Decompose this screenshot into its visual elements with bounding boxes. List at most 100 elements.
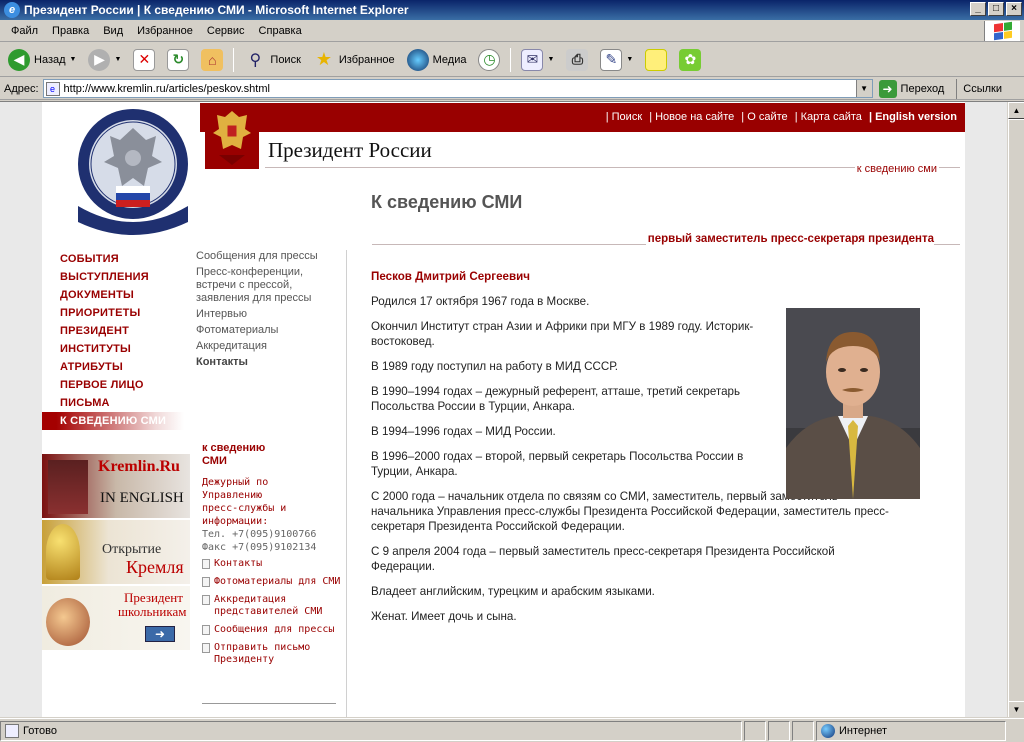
site-title[interactable]: Президент России xyxy=(268,138,432,163)
coat-of-arms-tab xyxy=(205,103,259,169)
scroll-up-arrow-icon[interactable]: ▲ xyxy=(1008,102,1024,119)
content-divider xyxy=(346,250,347,717)
close-button[interactable]: × xyxy=(1006,2,1022,16)
subnav-press-releases[interactable]: Сообщения для прессы xyxy=(196,250,344,263)
status-ready: Готово xyxy=(23,724,57,737)
address-label: Адрес: xyxy=(4,82,39,95)
scroll-down-arrow-icon[interactable]: ▼ xyxy=(1008,701,1024,717)
banner-otkrytie-text: Открытие xyxy=(102,542,162,557)
nav-letters[interactable]: ПИСЬМА xyxy=(42,394,184,412)
search-button[interactable]: ⚲ Поиск xyxy=(240,46,304,74)
nav-media-info[interactable]: К СВЕДЕНИЮ СМИ xyxy=(42,412,184,430)
nav-speeches[interactable]: ВЫСТУПЛЕНИЯ xyxy=(42,268,184,286)
internet-globe-icon xyxy=(821,723,835,738)
media-label: Медиа xyxy=(432,53,467,66)
press-link-photos[interactable]: Фотоматериалы для СМИ xyxy=(202,576,342,588)
press-link-press-releases[interactable]: Сообщения для прессы xyxy=(202,624,342,636)
top-link-about[interactable]: | О сайте xyxy=(741,111,787,123)
address-url: http://www.kremlin.ru/articles/peskov.sh… xyxy=(63,82,270,95)
nav-priorities[interactable]: ПРИОРИТЕТЫ xyxy=(42,304,184,322)
messenger-icon: ✿ xyxy=(679,48,702,71)
go-arrow-icon: ➜ xyxy=(878,79,897,98)
stop-button[interactable]: ✕ xyxy=(129,46,159,74)
window-title: Президент России | К сведению СМИ - Micr… xyxy=(24,3,409,17)
banner-arrow-button[interactable]: ➜ xyxy=(145,626,175,642)
press-link-accreditation[interactable]: Аккредитация представителей СМИ xyxy=(202,594,342,618)
forward-arrow-icon: ▶ xyxy=(88,48,111,71)
search-label: Поиск xyxy=(270,53,301,66)
nav-first-person[interactable]: ПЕРВОЕ ЛИЦО xyxy=(42,376,184,394)
refresh-button[interactable]: ↻ xyxy=(163,46,193,74)
links-button[interactable]: Ссылки xyxy=(956,78,1002,99)
banner-kremlin-english[interactable]: Kremlin.Ru IN ENGLISH xyxy=(42,454,190,518)
status-cell xyxy=(792,720,814,741)
home-button[interactable]: ⌂ xyxy=(197,46,227,74)
press-service-seal-logo[interactable] xyxy=(70,106,196,242)
press-links: Контакты Фотоматериалы для СМИ Аккредита… xyxy=(202,558,342,666)
press-link-write-president[interactable]: Отправить письмо Президенту xyxy=(202,642,342,666)
edit-dropdown-icon[interactable]: ▼ xyxy=(626,56,633,63)
go-button[interactable]: ➜ Переход xyxy=(878,79,944,98)
site-header-bar: | Поиск | Новое на сайте | О сайте | Кар… xyxy=(200,103,965,132)
back-button[interactable]: ◀ Назад ▼ xyxy=(4,46,80,74)
back-dropdown-icon[interactable]: ▼ xyxy=(70,56,77,63)
subnav-photos[interactable]: Фотоматериалы xyxy=(196,324,344,337)
top-link-search[interactable]: | Поиск xyxy=(606,111,642,123)
banner-president-schoolchildren[interactable]: Президент школьникам ➜ xyxy=(42,586,190,650)
menu-tools[interactable]: Сервис xyxy=(200,25,252,37)
nav-president[interactable]: ПРЕЗИДЕНТ xyxy=(42,322,184,340)
double-eagle-icon xyxy=(213,111,251,165)
notes-button[interactable] xyxy=(641,46,671,74)
address-dropdown-icon[interactable]: ▼ xyxy=(855,80,872,97)
forward-button[interactable]: ▶ ▼ xyxy=(84,46,125,74)
subnav-interviews[interactable]: Интервью xyxy=(196,308,344,321)
history-icon: ◷ xyxy=(478,48,501,71)
subnav-contacts[interactable]: Контакты xyxy=(196,356,344,369)
vertical-scrollbar[interactable]: ▲ ▼ xyxy=(1007,102,1024,717)
menu-favorites[interactable]: Избранное xyxy=(130,25,200,37)
media-button[interactable]: Медиа xyxy=(403,46,471,74)
press-link-contacts[interactable]: Контакты xyxy=(202,558,342,570)
mail-button[interactable]: ✉ ▼ xyxy=(517,46,558,74)
top-link-english[interactable]: | English version xyxy=(869,111,957,123)
cartoon-character-image xyxy=(46,598,90,646)
nav-institutes[interactable]: ИНСТИТУТЫ xyxy=(42,340,184,358)
mail-dropdown-icon[interactable]: ▼ xyxy=(547,56,554,63)
print-button[interactable]: ⎙ xyxy=(562,46,592,74)
top-link-sitemap[interactable]: | Карта сайта xyxy=(795,111,862,123)
nav-documents[interactable]: ДОКУМЕНТЫ xyxy=(42,286,184,304)
left-margin xyxy=(0,102,42,717)
menu-edit[interactable]: Правка xyxy=(45,25,96,37)
minimize-button[interactable]: _ xyxy=(970,2,986,16)
address-input[interactable]: e http://www.kremlin.ru/articles/peskov.… xyxy=(42,79,873,98)
search-icon: ⚲ xyxy=(249,51,262,69)
maximize-button[interactable]: □ xyxy=(988,2,1004,16)
page-viewport: | Поиск | Новое на сайте | О сайте | Кар… xyxy=(0,101,1024,717)
edit-button[interactable]: ✎ ▼ xyxy=(596,46,637,74)
subnav-accreditation[interactable]: Аккредитация xyxy=(196,340,344,353)
toolbar-separator xyxy=(233,47,235,72)
favorites-button[interactable]: ★ Избранное xyxy=(309,46,399,74)
menu-file[interactable]: Файл xyxy=(4,25,45,37)
forward-dropdown-icon[interactable]: ▼ xyxy=(114,56,121,63)
top-links: | Поиск | Новое на сайте | О сайте | Кар… xyxy=(602,111,957,123)
toolbar-separator xyxy=(510,47,512,72)
subnav-press-conferences[interactable]: Пресс-конференции, встречи с прессой, за… xyxy=(196,266,344,305)
status-bar: Готово Интернет xyxy=(0,718,1024,742)
window-titlebar: e Президент России | К сведению СМИ - Mi… xyxy=(0,0,1024,20)
nav-events[interactable]: СОБЫТИЯ xyxy=(42,250,184,268)
history-button[interactable]: ◷ xyxy=(474,46,504,74)
press-link-label: Сообщения для прессы xyxy=(214,624,335,635)
press-link-label: Аккредитация представителей СМИ xyxy=(214,594,323,617)
page-done-icon xyxy=(5,723,19,738)
menu-view[interactable]: Вид xyxy=(96,25,130,37)
top-link-new[interactable]: | Новое на сайте xyxy=(649,111,734,123)
scrollbar-thumb[interactable] xyxy=(1008,119,1024,705)
note-icon xyxy=(645,48,668,71)
press-block-bottom-rule xyxy=(202,703,336,704)
banner-kremlin-opening[interactable]: Открытие Кремля xyxy=(42,520,190,584)
edit-icon: ✎ xyxy=(600,48,623,71)
messenger-button[interactable]: ✿ xyxy=(675,46,705,74)
menu-help[interactable]: Справка xyxy=(252,25,309,37)
nav-attributes[interactable]: АТРИБУТЫ xyxy=(42,358,184,376)
